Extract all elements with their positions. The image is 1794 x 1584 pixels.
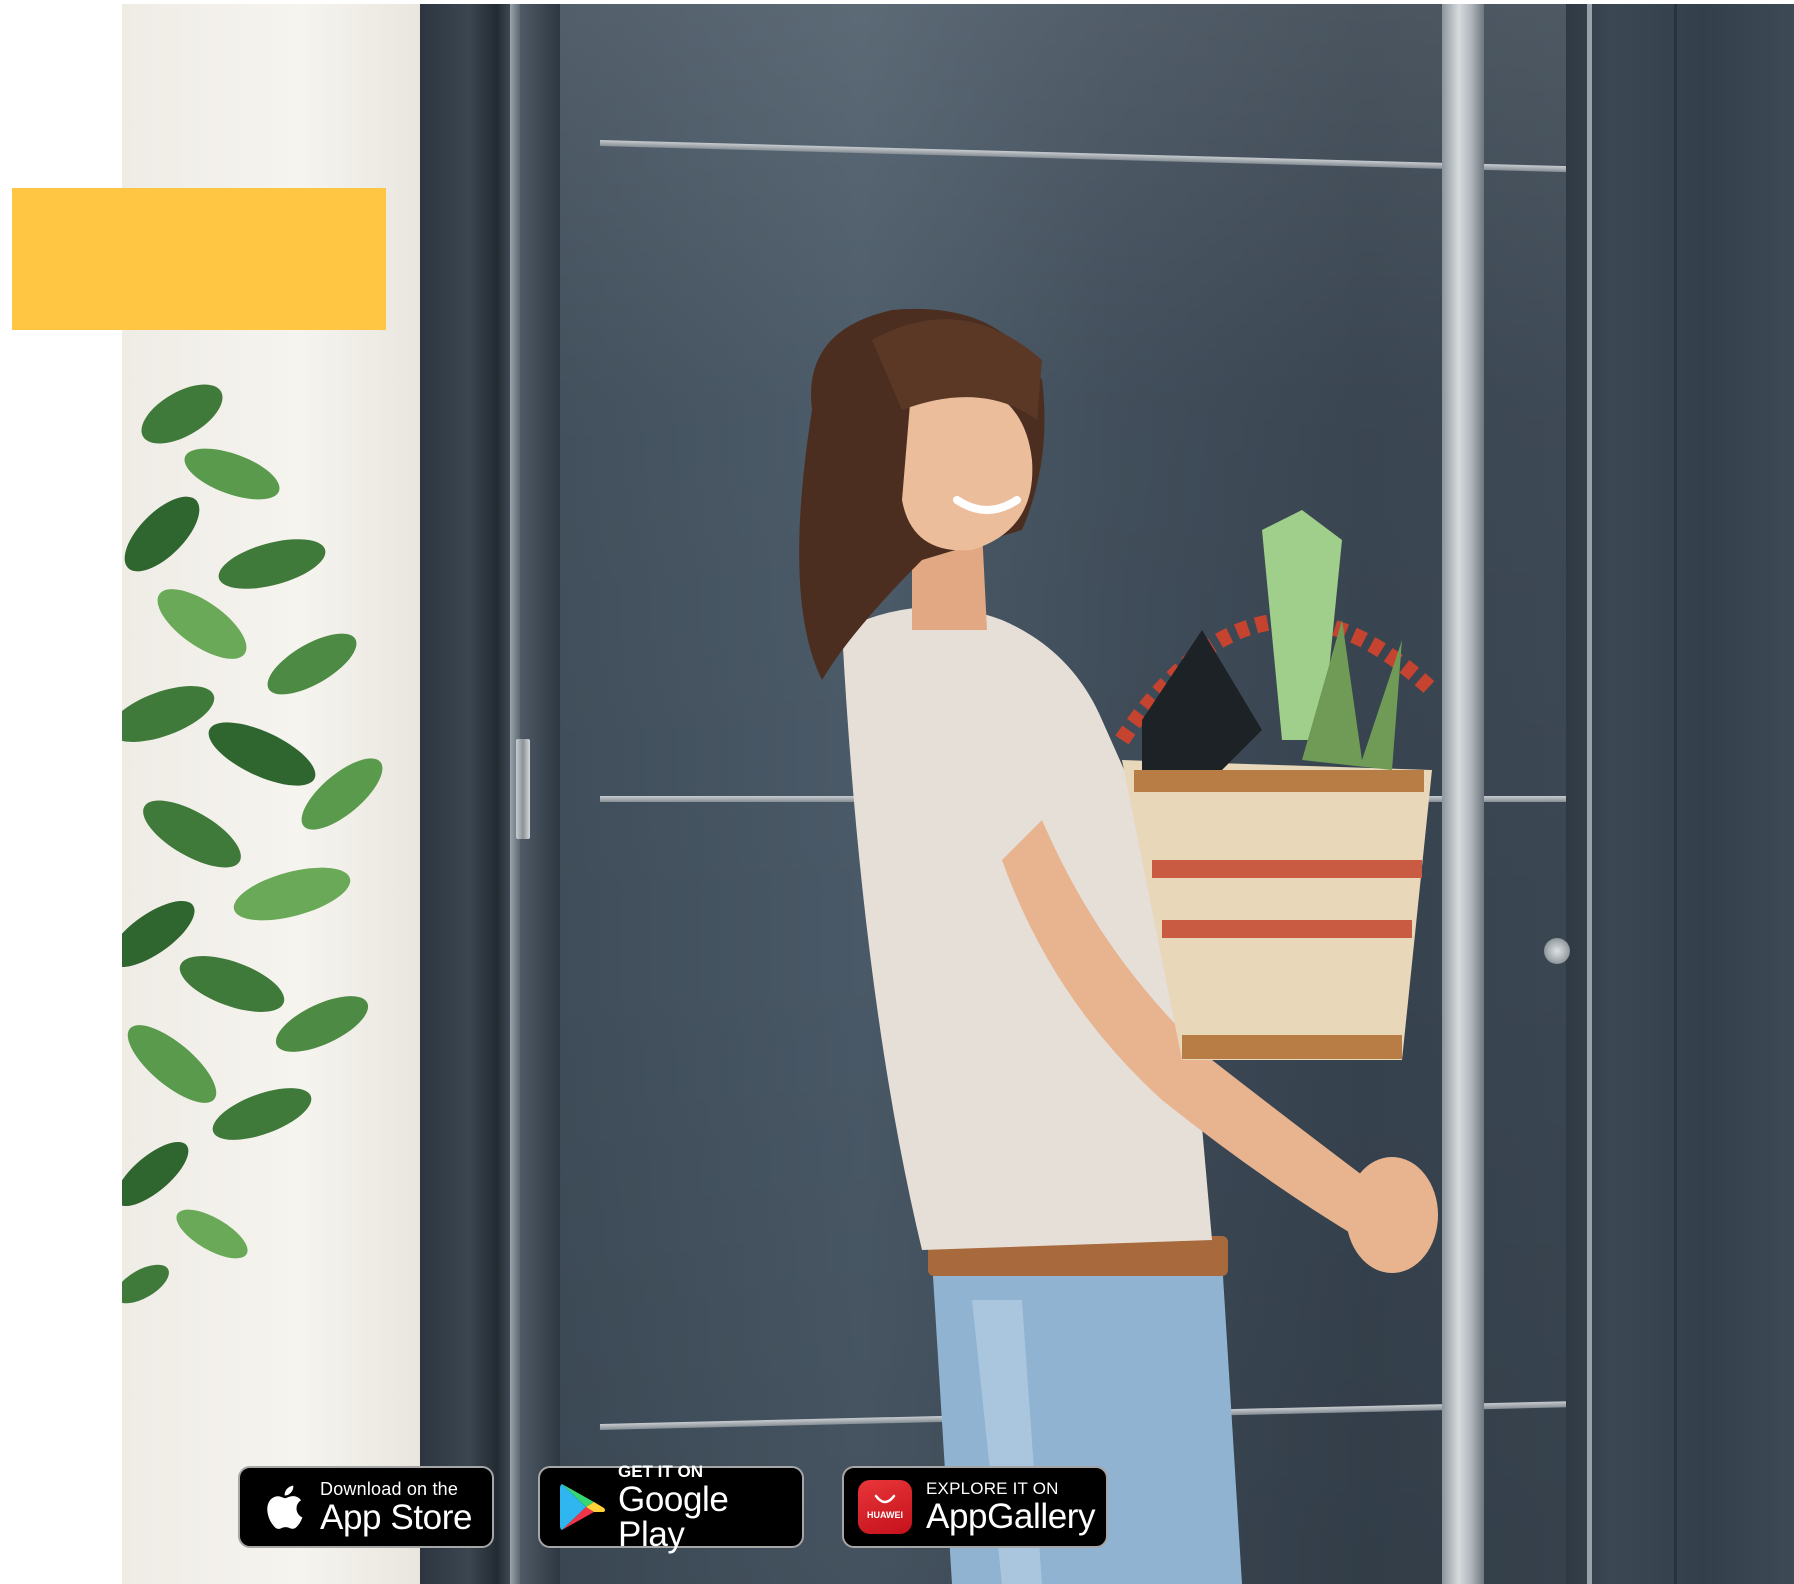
- woman-with-basket: [799, 308, 1438, 1584]
- accent-block: [12, 188, 386, 330]
- door-lock: [1544, 938, 1570, 964]
- door-hinge: [516, 739, 530, 839]
- door-side-seam: [1674, 4, 1677, 1584]
- google-play-line1: GET IT ON: [618, 1461, 703, 1481]
- door-frame: [420, 4, 560, 1584]
- plant-illustration: [122, 384, 383, 1304]
- app-store-line2: App Store: [320, 1497, 473, 1537]
- google-play-icon: [554, 1482, 612, 1532]
- app-gallery-line2: AppGallery: [926, 1497, 1096, 1536]
- app-store-badge[interactable]: Download on the App Store: [238, 1466, 494, 1548]
- app-store-line1: Download on the: [320, 1478, 459, 1499]
- app-gallery-line1: EXPLORE IT ON: [926, 1479, 1059, 1498]
- app-gallery-badge[interactable]: HUAWEI EXPLORE IT ON AppGallery: [842, 1466, 1108, 1548]
- google-play-line2: Google Play: [618, 1479, 729, 1554]
- apple-icon: [254, 1483, 314, 1531]
- huawei-icon-label: HUAWEI: [867, 1510, 903, 1520]
- door-side-trim: [1587, 4, 1592, 1584]
- google-play-badge[interactable]: GET IT ON Google Play: [538, 1461, 804, 1552]
- huawei-appgallery-icon: HUAWEI: [858, 1480, 912, 1534]
- door-side-panel: [1566, 4, 1794, 1584]
